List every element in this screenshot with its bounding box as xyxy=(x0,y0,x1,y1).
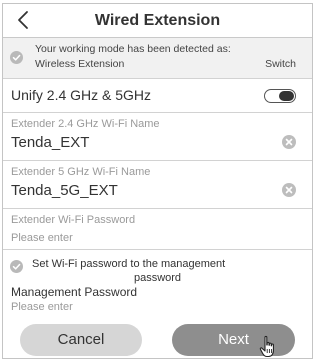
toggle-knob xyxy=(279,91,294,101)
check-circle-icon xyxy=(10,51,23,64)
mode-detection-notice: Your working mode has been detected as: … xyxy=(3,38,312,79)
same-password-checkbox-label: Set Wi-Fi password to the management xyxy=(32,258,226,270)
hand-pointer-icon xyxy=(259,335,274,358)
extender-password-label: Extender Wi-Fi Password xyxy=(11,214,136,226)
header: Wired Extension xyxy=(3,4,312,38)
extender-password-input[interactable]: Please enter xyxy=(11,232,73,244)
notice-text: Your working mode has been detected as: xyxy=(35,43,231,55)
unify-band-row: Unify 2.4 GHz & 5GHz xyxy=(3,79,312,113)
unify-band-label: Unify 2.4 GHz & 5GHz xyxy=(11,87,152,103)
unify-band-toggle[interactable] xyxy=(264,89,296,103)
ssid-5ghz-input[interactable]: Tenda_5G_EXT xyxy=(11,182,118,199)
ssid-24ghz-row: Extender 2.4 GHz Wi-Fi Name Tenda_EXT xyxy=(3,113,312,161)
ssid-5ghz-label: Extender 5 GHz Wi-Fi Name xyxy=(11,166,151,178)
extender-password-row: Extender Wi-Fi Password Please enter xyxy=(3,209,312,250)
management-password-label: Management Password xyxy=(11,285,138,299)
clear-icon[interactable] xyxy=(282,183,296,197)
management-password-input[interactable]: Please enter xyxy=(11,301,73,313)
ssid-24ghz-label: Extender 2.4 GHz Wi-Fi Name xyxy=(11,118,160,130)
page-title: Wired Extension xyxy=(94,12,221,29)
ssid-24ghz-input[interactable]: Tenda_EXT xyxy=(11,134,89,151)
cancel-button[interactable]: Cancel xyxy=(20,324,142,356)
wired-extension-screen: Wired Extension Your working mode has be… xyxy=(2,3,313,359)
detected-mode: Wireless Extension xyxy=(35,58,125,70)
ssid-5ghz-row: Extender 5 GHz Wi-Fi Name Tenda_5G_EXT xyxy=(3,161,312,209)
switch-link[interactable]: Switch xyxy=(265,58,296,70)
same-password-checkbox-label-cont: password xyxy=(133,272,182,284)
clear-icon[interactable] xyxy=(282,135,296,149)
